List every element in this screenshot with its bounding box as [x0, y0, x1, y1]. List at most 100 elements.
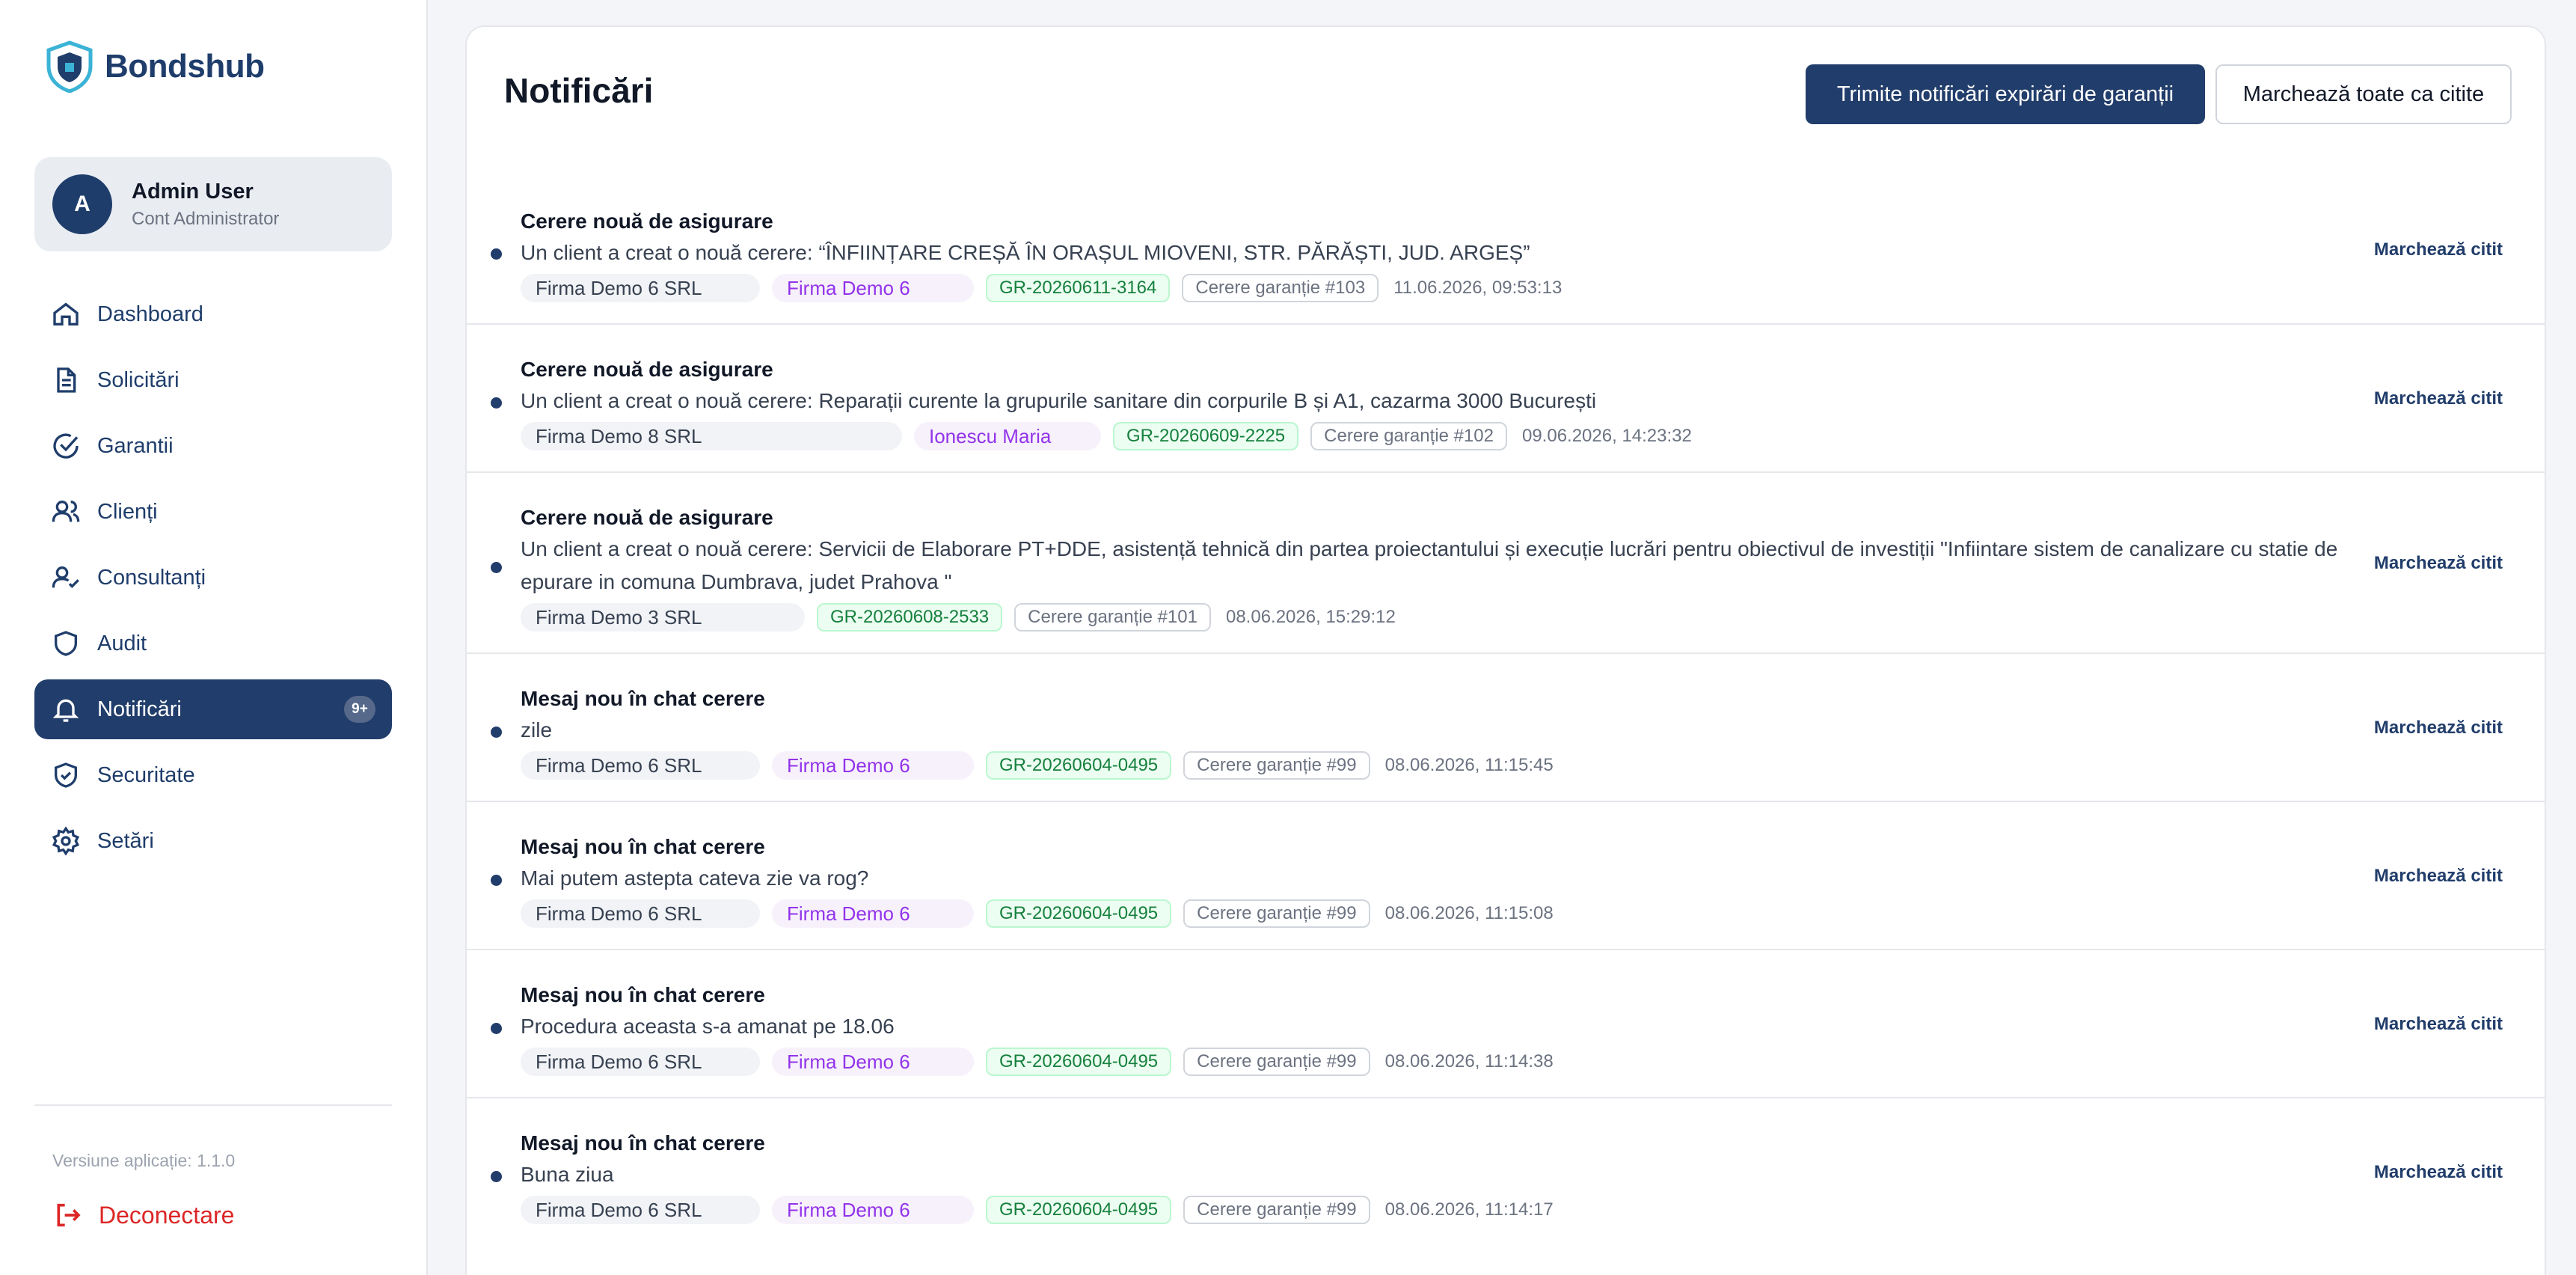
notification-item[interactable]: Mesaj nou în chat cerere Mai putem astep…: [467, 801, 2545, 949]
unread-dot-icon: [491, 1023, 502, 1034]
notification-title: Cerere nouă de asigurare: [521, 210, 773, 233]
notification-body: Mai putem astepta cateva zie va rog?: [521, 866, 869, 890]
notification-title: Cerere nouă de asigurare: [521, 506, 773, 529]
notification-body: zile: [521, 718, 553, 742]
notification-item[interactable]: Cerere nouă de asigurare Un client a cre…: [467, 323, 2545, 471]
sidebar-item-notificari[interactable]: Notificări 9+: [34, 679, 392, 739]
sidebar-item-consultanti[interactable]: Consultanți: [34, 548, 392, 608]
notification-timestamp: 09.06.2026, 14:23:32: [1521, 426, 1692, 446]
firm-tag: Firma Demo 6 SRL: [521, 1196, 760, 1224]
sidebar-item-setari[interactable]: Setări: [34, 811, 392, 871]
notification-title: Mesaj nou în chat cerere: [521, 983, 765, 1006]
avatar: A: [52, 174, 112, 234]
notification-item[interactable]: Cerere nouă de asigurare Un client a cre…: [467, 177, 2545, 323]
unread-dot-icon: [491, 875, 502, 886]
notification-body: Buna ziua: [521, 1163, 614, 1186]
guarantee-code-tag[interactable]: GR-20260608-2533: [817, 603, 1003, 632]
firm-tag: Firma Demo 8 SRL: [521, 422, 902, 450]
mark-read-link[interactable]: Marchează citit: [2374, 1162, 2503, 1183]
notification-item[interactable]: Mesaj nou în chat cerere Buna ziua Firma…: [467, 1097, 2545, 1245]
shield-logo-icon: [46, 40, 93, 93]
firm-tag: Firma Demo 6 SRL: [521, 899, 760, 928]
notification-title: Mesaj nou în chat cerere: [521, 687, 765, 710]
notification-tags: Firma Demo 6 SRL Firma Demo 6 GR-2026061…: [521, 272, 2545, 304]
unread-dot-icon: [491, 1171, 502, 1182]
notification-timestamp: 11.06.2026, 09:53:13: [1393, 278, 1563, 298]
notifications-card: Notificări Trimite notificări expirări d…: [465, 25, 2546, 1275]
notification-timestamp: 08.06.2026, 11:15:08: [1384, 903, 1554, 923]
card-header: Notificări Trimite notificări expirări d…: [467, 27, 2545, 156]
sidebar-item-clienti[interactable]: Clienți: [34, 482, 392, 542]
app-logo[interactable]: Bondshub: [45, 40, 265, 93]
sidebar-item-label: Notificări: [97, 697, 182, 721]
mark-read-link[interactable]: Marchează citit: [2374, 388, 2503, 409]
mark-read-link[interactable]: Marchează citit: [2374, 1014, 2503, 1035]
mark-all-read-button[interactable]: Marchează toate ca citite: [2215, 64, 2512, 124]
guarantee-code-tag[interactable]: GR-20260611-3164: [986, 274, 1171, 302]
app-version: Versiune aplicație: 1.1.0: [52, 1151, 236, 1170]
check-circle-icon: [53, 433, 79, 459]
document-icon: [57, 367, 76, 393]
notification-tags: Firma Demo 6 SRL Firma Demo 6 GR-2026060…: [521, 1194, 2545, 1226]
sidebar-item-solicitari[interactable]: Solicitări: [34, 350, 392, 410]
sidebar-item-audit[interactable]: Audit: [34, 614, 392, 673]
sidebar-item-securitate[interactable]: Securitate: [34, 745, 392, 805]
firm-tag: Firma Demo 6 SRL: [521, 751, 760, 780]
request-tag[interactable]: Cerere garanție #103: [1182, 274, 1379, 302]
sidebar-item-label: Garantii: [97, 433, 174, 458]
notification-tags: Firma Demo 6 SRL Firma Demo 6 GR-2026060…: [521, 898, 2545, 929]
unread-dot-icon: [491, 248, 502, 260]
firm-tag: Firma Demo 6 SRL: [521, 1048, 760, 1076]
notification-item[interactable]: Cerere nouă de asigurare Un client a cre…: [467, 471, 2545, 652]
send-expiry-notifications-button[interactable]: Trimite notificări expirări de garanții: [1806, 64, 2205, 124]
request-tag[interactable]: Cerere garanție #99: [1183, 1196, 1370, 1224]
sidebar-item-dashboard[interactable]: Dashboard: [34, 284, 392, 344]
client-tag: Firma Demo 6: [772, 1196, 974, 1224]
sidebar-item-garantii[interactable]: Garantii: [34, 416, 392, 476]
unread-dot-icon: [491, 562, 502, 573]
user-check-icon: [52, 566, 79, 589]
mark-read-link[interactable]: Marchează citit: [2374, 718, 2503, 739]
guarantee-code-tag[interactable]: GR-20260604-0495: [986, 751, 1172, 780]
notification-title: Cerere nouă de asigurare: [521, 358, 773, 381]
home-icon: [53, 302, 79, 325]
logout-label: Deconectare: [99, 1201, 235, 1229]
client-tag: Firma Demo 6: [772, 751, 974, 780]
user-card[interactable]: A Admin User Cont Administrator: [34, 157, 392, 251]
mark-read-link[interactable]: Marchează citit: [2374, 553, 2503, 574]
logout-button[interactable]: Deconectare: [52, 1200, 234, 1230]
notification-item[interactable]: Mesaj nou în chat cerere zile Firma Demo…: [467, 652, 2545, 801]
gear-icon: [52, 826, 80, 856]
request-tag[interactable]: Cerere garanție #99: [1183, 751, 1370, 780]
notification-body: Un client a creat o nouă cerere: Reparaț…: [521, 389, 1597, 412]
guarantee-code-tag[interactable]: GR-20260604-0495: [986, 1048, 1172, 1076]
unread-dot-icon: [491, 397, 502, 409]
request-tag[interactable]: Cerere garanție #99: [1183, 899, 1370, 928]
notification-body: Procedura aceasta s-a amanat pe 18.06: [521, 1015, 895, 1038]
mark-read-link[interactable]: Marchează citit: [2374, 866, 2503, 887]
users-icon: [52, 501, 80, 522]
notification-list: Cerere nouă de asigurare Un client a cre…: [467, 177, 2545, 1245]
logout-icon: [57, 1203, 81, 1227]
notification-timestamp: 08.06.2026, 11:14:38: [1384, 1051, 1554, 1071]
firm-tag: Firma Demo 3 SRL: [521, 603, 805, 632]
request-tag[interactable]: Cerere garanție #99: [1183, 1048, 1370, 1076]
guarantee-code-tag[interactable]: GR-20260604-0495: [986, 899, 1172, 928]
client-tag: Firma Demo 6: [772, 1048, 974, 1076]
guarantee-code-tag[interactable]: GR-20260609-2225: [1113, 422, 1299, 450]
client-tag: Firma Demo 6: [772, 274, 974, 302]
notification-timestamp: 08.06.2026, 11:15:45: [1384, 755, 1554, 775]
guarantee-code-tag[interactable]: GR-20260604-0495: [986, 1196, 1172, 1224]
notification-tags: Firma Demo 3 SRL GR-20260608-2533 Cerere…: [521, 602, 2545, 633]
user-role: Cont Administrator: [132, 208, 280, 229]
request-tag[interactable]: Cerere garanție #102: [1310, 422, 1507, 450]
notification-title: Mesaj nou în chat cerere: [521, 1131, 765, 1155]
request-tag[interactable]: Cerere garanție #101: [1014, 603, 1211, 632]
sidebar-item-label: Consultanți: [97, 565, 206, 590]
sidebar-nav: Dashboard Solicitări Garantii Clienți Co…: [34, 284, 392, 877]
page-title: Notificări: [504, 71, 654, 110]
mark-read-link[interactable]: Marchează citit: [2374, 239, 2503, 260]
notification-body: Un client a creat o nouă cerere: “ÎNFIIN…: [521, 241, 1530, 264]
notification-item[interactable]: Mesaj nou în chat cerere Procedura aceas…: [467, 949, 2545, 1097]
user-name: Admin User: [132, 179, 254, 204]
